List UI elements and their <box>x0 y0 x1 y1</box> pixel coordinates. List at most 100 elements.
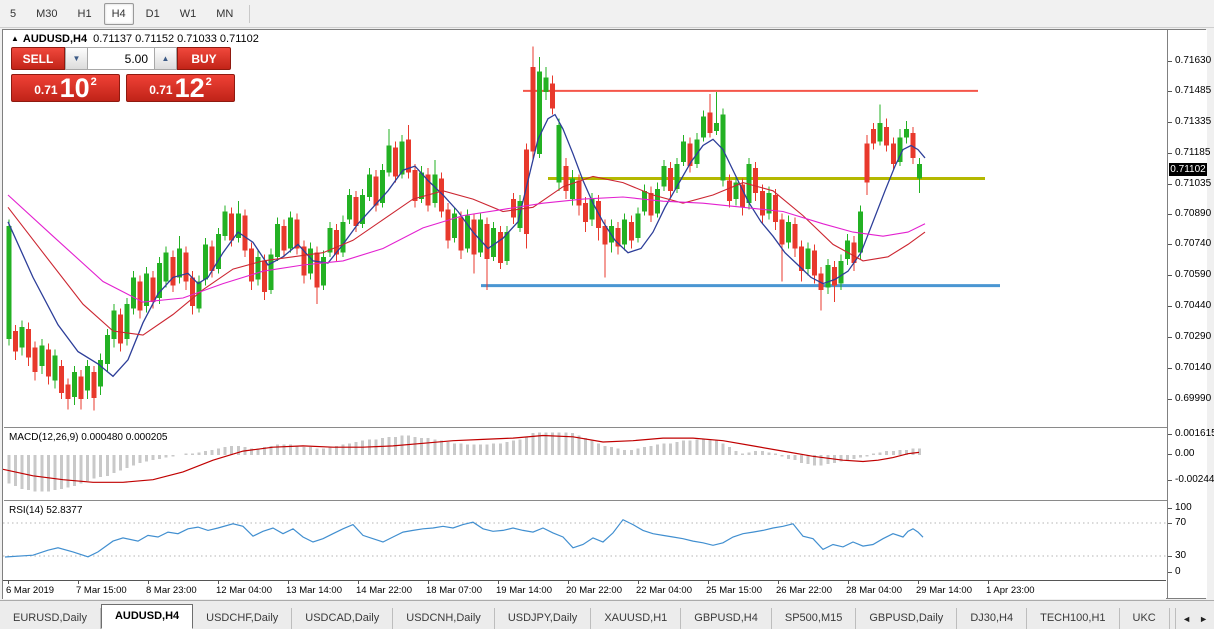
price-tick-mark <box>1168 244 1172 245</box>
time-axis-label: 28 Mar 04:00 <box>846 585 902 596</box>
candle-body <box>85 366 90 391</box>
time-axis-label: 1 Apr 23:00 <box>986 585 1035 596</box>
chart-tab-gbpusd-daily[interactable]: GBPUSD,Daily <box>856 608 957 629</box>
candle-body <box>642 191 647 212</box>
time-axis-label: 12 Mar 04:00 <box>216 585 272 596</box>
timeframe-button-h1[interactable]: H1 <box>70 3 100 25</box>
candle-body <box>229 214 234 241</box>
time-tick-mark <box>638 581 639 584</box>
candle-body <box>39 345 44 366</box>
chart-tab-xauusd-h1[interactable]: XAUUSD,H1 <box>591 608 681 629</box>
price-tick-mark <box>1168 275 1172 276</box>
candle-body <box>635 214 640 239</box>
chart-tab-usdjpy-daily[interactable]: USDJPY,Daily <box>495 608 592 629</box>
candle-body <box>812 251 817 276</box>
time-axis-label: 29 Mar 14:00 <box>916 585 972 596</box>
price-tick-mark <box>1168 91 1172 92</box>
timeframe-button-w1[interactable]: W1 <box>172 3 205 25</box>
macd-label: MACD(12,26,9) 0.000480 0.000205 <box>9 432 167 443</box>
candle-body <box>354 197 359 226</box>
chart-window: ▲AUDUSD,H40.71137 0.71152 0.71033 0.7110… <box>2 29 1206 599</box>
chart-ohlc-values: 0.71137 0.71152 0.71033 0.71102 <box>93 33 259 45</box>
chart-tab-usdchf-daily[interactable]: USDCHF,Daily <box>193 608 292 629</box>
time-axis-label: 19 Mar 14:00 <box>496 585 552 596</box>
candle-body <box>740 185 745 208</box>
candle-body <box>13 331 18 352</box>
candle-body <box>865 143 870 182</box>
candle-body <box>583 203 588 222</box>
timeframe-button-m30[interactable]: M30 <box>28 3 65 25</box>
candle-body <box>773 195 778 222</box>
timeframe-toolbar: 5M30H1H4D1W1MN <box>0 0 1214 28</box>
collapse-triangle-icon[interactable]: ▲ <box>11 34 19 43</box>
price-axis-label: 0.70290 <box>1175 331 1211 342</box>
macd-indicator-canvas[interactable] <box>3 431 1166 499</box>
candle-body <box>701 117 706 138</box>
chart-tab-dj30-h4[interactable]: DJ30,H4 <box>957 608 1027 629</box>
scroll-tabs-right-icon[interactable]: ► <box>1199 614 1208 624</box>
price-axis-label: 0.70140 <box>1175 362 1211 373</box>
rsi-line <box>5 520 923 557</box>
panel-separator[interactable] <box>4 427 1167 428</box>
panel-separator[interactable] <box>4 500 1167 501</box>
main-chart-canvas[interactable] <box>3 46 1166 427</box>
macd-tick-mark <box>1168 454 1172 455</box>
time-tick-mark <box>148 581 149 584</box>
candle-body <box>262 261 267 292</box>
candle-body <box>806 249 811 270</box>
chart-title: ▲AUDUSD,H40.71137 0.71152 0.71033 0.7110… <box>11 33 259 45</box>
rsi-indicator-canvas[interactable] <box>3 504 1166 580</box>
candle-body <box>662 166 667 187</box>
chart-tab-tech100-h1[interactable]: TECH100,H1 <box>1027 608 1119 629</box>
time-tick-mark <box>358 581 359 584</box>
chart-tab-usdcnh-daily[interactable]: USDCNH,Daily <box>393 608 495 629</box>
candle-body <box>255 257 260 280</box>
chart-tab-usdcad-daily[interactable]: USDCAD,Daily <box>292 608 393 629</box>
candle-body <box>33 347 38 372</box>
price-tick-mark <box>1168 153 1172 154</box>
rsi-label: RSI(14) 52.8377 <box>9 505 82 516</box>
chart-tab-eurusd-daily[interactable]: EURUSD,Daily <box>0 608 101 629</box>
chart-tab-ukc[interactable]: UKC <box>1120 608 1170 629</box>
candle-body <box>190 277 195 306</box>
candle-body <box>622 220 627 245</box>
candle-body <box>465 216 470 249</box>
candle-body <box>557 125 562 183</box>
price-tick-mark <box>1168 306 1172 307</box>
timeframe-button-mn[interactable]: MN <box>208 3 241 25</box>
candle-body <box>46 350 51 377</box>
timeframe-button-d1[interactable]: D1 <box>138 3 168 25</box>
timeframe-button-5[interactable]: 5 <box>2 3 24 25</box>
price-tick-mark <box>1168 61 1172 62</box>
candle-body <box>871 129 876 143</box>
chart-tab-gbpusd-h4[interactable]: GBPUSD,H4 <box>681 608 772 629</box>
candle-body <box>92 372 97 398</box>
candle-body <box>295 220 300 249</box>
candle-body <box>779 220 784 245</box>
chart-tab-sp500-m15[interactable]: SP500,M15 <box>772 608 856 629</box>
price-axis-label: 0.71185 <box>1175 147 1210 158</box>
time-axis[interactable]: 6 Mar 20197 Mar 15:008 Mar 23:0012 Mar 0… <box>3 580 1166 599</box>
candle-body <box>124 304 129 339</box>
candle-body <box>308 249 313 274</box>
candle-body <box>727 181 732 202</box>
time-axis-label: 14 Mar 22:00 <box>356 585 412 596</box>
rsi-tick-mark <box>1168 572 1172 573</box>
candle-body <box>793 224 798 249</box>
price-axis-label: 0.71485 <box>1175 85 1211 96</box>
timeframe-button-h4[interactable]: H4 <box>104 3 134 25</box>
time-axis-label: 7 Mar 15:00 <box>76 585 127 596</box>
price-axis[interactable]: 0.71102 0.716300.714850.713350.711850.71… <box>1167 30 1207 598</box>
candle-body <box>321 257 326 286</box>
chart-tab-audusd-h4[interactable]: AUDUSD,H4 <box>101 604 193 629</box>
time-axis-label: 20 Mar 22:00 <box>566 585 622 596</box>
price-axis-label: 0.70440 <box>1175 300 1211 311</box>
time-tick-mark <box>918 581 919 584</box>
scroll-tabs-left-icon[interactable]: ◄ <box>1182 614 1191 624</box>
candle-body <box>878 123 883 142</box>
price-axis-label: 0.70890 <box>1175 208 1211 219</box>
candle-body <box>72 372 77 397</box>
candle-body <box>845 240 850 259</box>
candle-body <box>681 141 686 162</box>
candle-body <box>341 222 346 253</box>
